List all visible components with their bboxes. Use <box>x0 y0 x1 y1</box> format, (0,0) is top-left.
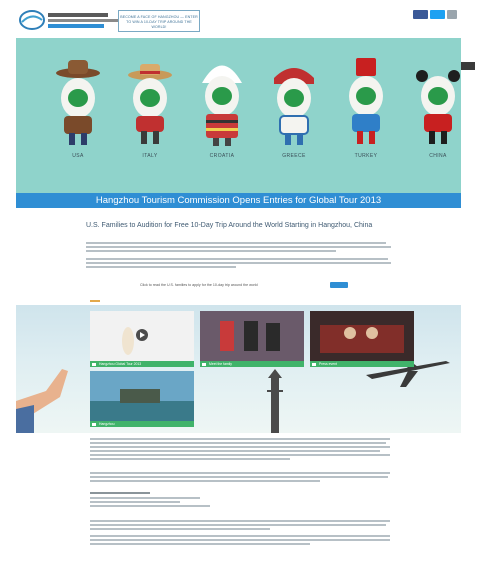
hero-mascots: USA ITALY CROATIA GREECE TURKEY CHINA <box>16 38 461 193</box>
mascot-label-usa: USA <box>72 153 84 159</box>
article-headline: U.S. Families to Audition for Free 10-Da… <box>86 222 373 229</box>
twitter-icon[interactable] <box>430 10 445 19</box>
video-icon <box>312 362 316 366</box>
video-caption-2: Meet the family <box>209 362 232 366</box>
mascot-label-greece: GREECE <box>282 153 306 159</box>
mascot-label-croatia: CROATIA <box>209 153 235 159</box>
promo-box[interactable]: BECOME A FACE OF HANGZHOU — ENTER TO WIN… <box>118 10 200 32</box>
body-paragraph-2 <box>90 472 390 482</box>
video-icon <box>92 422 96 426</box>
video-thumb-4[interactable]: Hangzhou <box>90 371 194 427</box>
apply-button[interactable] <box>330 282 348 288</box>
video-icon <box>202 362 206 366</box>
mascot-usa-icon <box>56 60 100 145</box>
mascot-croatia-icon <box>202 65 242 146</box>
side-tab[interactable] <box>461 62 475 70</box>
body-paragraph-3 <box>90 520 390 545</box>
mascot-label-italy: ITALY <box>142 153 158 159</box>
mascot-italy-icon <box>128 64 172 144</box>
facebook-icon[interactable] <box>413 10 428 19</box>
cta-text[interactable]: Click to read the U.S. families to apply… <box>140 283 258 287</box>
video-thumb-1[interactable]: Hangzhou Global Tour 2013 <box>90 311 194 367</box>
body-list <box>90 492 390 507</box>
banner-title: Hangzhou Tourism Commission Opens Entrie… <box>16 193 461 208</box>
video-thumb-2[interactable]: Meet the family <box>200 311 304 367</box>
mascot-china-icon <box>416 70 460 144</box>
article-body <box>86 242 391 268</box>
video-icon <box>92 362 96 366</box>
section-link[interactable] <box>90 300 100 302</box>
mascot-turkey-icon <box>349 58 383 144</box>
video-caption-3: Press event <box>319 362 337 366</box>
body-paragraph-1 <box>90 438 390 460</box>
video-band: Hangzhou Global Tour 2013 Meet the famil… <box>16 305 461 433</box>
mascot-label-turkey: TURKEY <box>354 153 378 159</box>
tower-icon <box>267 369 283 433</box>
video-caption-4: Hangzhou <box>99 422 115 426</box>
video-caption-1: Hangzhou Global Tour 2013 <box>99 362 142 366</box>
share-icon[interactable] <box>447 10 457 19</box>
mascot-greece-icon <box>274 68 314 145</box>
site-logo[interactable] <box>18 6 128 36</box>
mascot-label-china: CHINA <box>429 153 447 159</box>
video-thumb-3[interactable]: Press event <box>310 311 414 367</box>
